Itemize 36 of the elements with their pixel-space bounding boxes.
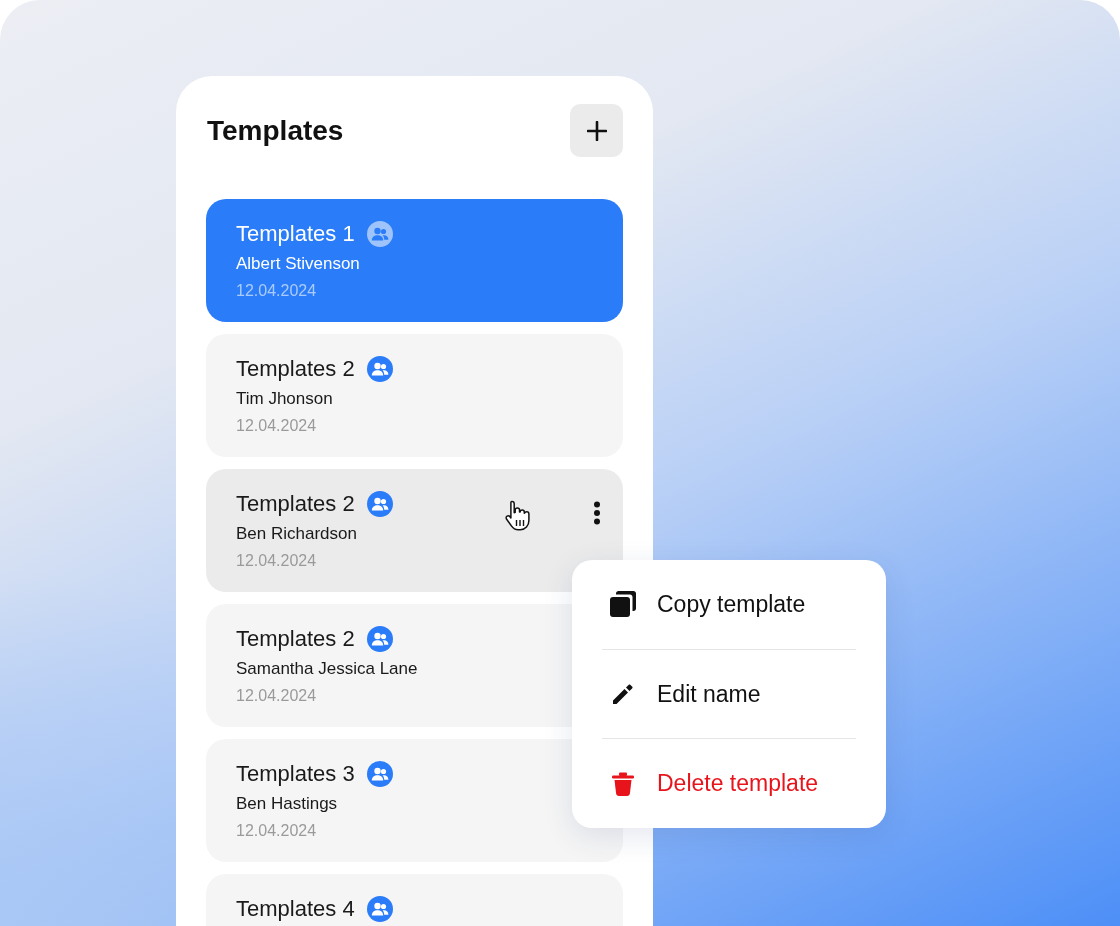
menu-item[interactable]: Edit name bbox=[602, 649, 856, 739]
shared-users-icon bbox=[366, 761, 393, 787]
add-button[interactable] bbox=[570, 104, 623, 157]
more-options-icon[interactable] bbox=[593, 501, 601, 525]
template-title: Templates 2 bbox=[236, 356, 355, 382]
hand-cursor-icon bbox=[504, 499, 532, 532]
template-date: 12.04.2024 bbox=[236, 821, 318, 841]
plus-icon bbox=[586, 120, 607, 141]
copy-icon bbox=[609, 590, 637, 619]
shared-users-icon bbox=[366, 491, 393, 517]
template-title: Templates 4 bbox=[236, 896, 355, 922]
pencil-icon bbox=[610, 681, 636, 707]
template-card[interactable]: Templates 1 Albert Stivenson 12.04.2024 bbox=[206, 199, 623, 322]
shared-users-icon bbox=[366, 356, 393, 382]
template-author: Albert Stivenson bbox=[236, 253, 361, 275]
template-card[interactable]: Templates 4 bbox=[206, 874, 623, 926]
template-card[interactable]: Templates 2 Ben Richardson 12.04.2024 bbox=[206, 469, 623, 592]
shared-users-icon bbox=[366, 221, 393, 247]
template-author: Tim Jhonson bbox=[236, 388, 334, 410]
template-date: 12.04.2024 bbox=[236, 416, 318, 436]
template-date: 12.04.2024 bbox=[236, 281, 318, 301]
shared-users-icon bbox=[366, 626, 393, 652]
template-title: Templates 3 bbox=[236, 761, 355, 787]
template-author: Ben Hastings bbox=[236, 793, 339, 815]
shared-users-icon bbox=[366, 896, 393, 922]
template-card[interactable]: Templates 2 Tim Jhonson 12.04.2024 bbox=[206, 334, 623, 457]
trash-icon bbox=[610, 770, 636, 797]
template-title: Templates 2 bbox=[236, 626, 355, 652]
template-date: 12.04.2024 bbox=[236, 686, 318, 706]
template-title: Templates 1 bbox=[236, 221, 355, 247]
template-date: 12.04.2024 bbox=[236, 551, 318, 571]
template-author: Ben Richardson bbox=[236, 523, 358, 545]
template-author: Samantha Jessica Lane bbox=[236, 658, 419, 680]
template-title: Templates 2 bbox=[236, 491, 355, 517]
template-card[interactable]: Templates 3 Ben Hastings 12.04.2024 bbox=[206, 739, 623, 862]
panel-title: Templates bbox=[207, 114, 344, 147]
